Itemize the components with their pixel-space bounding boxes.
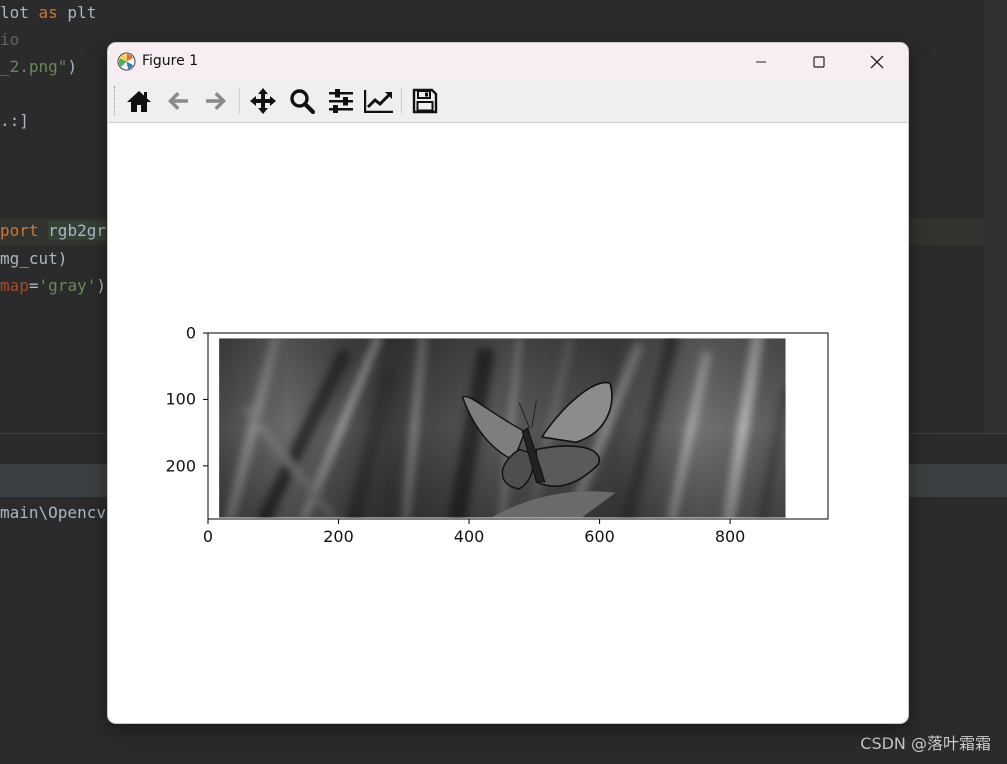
toolbar-separator xyxy=(401,88,402,114)
save-button[interactable] xyxy=(408,85,442,117)
code-token: as xyxy=(38,3,58,22)
code-token: = xyxy=(28,276,39,295)
toolbar-separator xyxy=(239,88,240,114)
figure-canvas[interactable]: 0 200 400 600 800 0 100 200 xyxy=(108,123,908,723)
pan-button[interactable] xyxy=(246,85,280,117)
y-tick-label: 100 xyxy=(165,389,196,409)
code-token: ) xyxy=(96,276,106,295)
editor-scrollbar[interactable] xyxy=(985,0,1007,433)
code-line: io xyxy=(0,27,19,53)
home-button[interactable] xyxy=(122,85,156,117)
home-icon xyxy=(127,91,151,112)
code-line: mg_cut) xyxy=(0,246,67,272)
code-line: _2.png") xyxy=(0,54,77,80)
x-tick-label: 800 xyxy=(714,527,746,546)
code-line: lot as plt xyxy=(0,0,96,26)
code-token: port xyxy=(0,221,39,240)
plot-axes xyxy=(203,332,829,524)
title-bar[interactable]: Figure 1 xyxy=(108,43,908,80)
maximize-icon xyxy=(813,55,825,68)
code-token: ) xyxy=(67,57,78,76)
code-token: _2.png" xyxy=(0,57,68,76)
save-icon xyxy=(412,88,438,114)
x-tick-label: 400 xyxy=(453,527,485,546)
grayscale-butterfly-image xyxy=(219,338,786,518)
code-token: :] xyxy=(9,111,29,130)
code-token: . xyxy=(0,111,10,130)
y-tick-label: 200 xyxy=(165,456,196,476)
navigation-toolbar xyxy=(108,80,908,123)
zoom-button[interactable] xyxy=(285,85,319,117)
watermark: CSDN @落叶霜霜 xyxy=(860,734,991,753)
zoom-icon xyxy=(290,89,315,114)
window-title: Figure 1 xyxy=(142,53,199,69)
maximize-button[interactable] xyxy=(790,43,848,80)
console-output: main\Opencv xyxy=(0,503,106,522)
code-token: lot xyxy=(0,3,39,22)
x-tick-label: 0 xyxy=(202,527,214,546)
sliders-icon xyxy=(329,89,353,113)
code-line: port rgb2gr xyxy=(0,218,106,244)
forward-button[interactable] xyxy=(199,85,233,117)
x-tick-label: 600 xyxy=(584,527,615,546)
arrow-right-icon xyxy=(206,92,226,110)
configure-subplots-button[interactable] xyxy=(324,85,358,117)
code-line: map='gray') xyxy=(0,273,106,299)
close-button[interactable] xyxy=(848,43,906,80)
x-tick-label: 200 xyxy=(323,527,354,546)
minimize-icon xyxy=(756,61,766,62)
code-token: map xyxy=(0,276,29,295)
code-token: rgb2gr xyxy=(48,221,106,240)
close-icon xyxy=(870,55,884,68)
arrow-left-icon xyxy=(168,92,188,110)
code-line: .:] xyxy=(0,108,29,134)
edit-axis-button[interactable] xyxy=(362,85,396,117)
code-token: plt xyxy=(57,3,97,22)
figure-window: Figure 1 0 200 400 600 800 0 100 200 xyxy=(108,43,908,723)
code-token: 'gray' xyxy=(38,276,97,295)
chart-line-icon xyxy=(364,90,393,113)
y-tick-label: 0 xyxy=(185,323,196,343)
code-token: io xyxy=(0,30,20,49)
code-token: mg_cut) xyxy=(0,249,68,268)
back-button[interactable] xyxy=(161,85,195,117)
matplotlib-logo-icon xyxy=(117,52,136,71)
move-icon xyxy=(250,88,276,114)
toolbar-grip[interactable] xyxy=(114,86,117,116)
minimize-button[interactable] xyxy=(732,43,790,80)
